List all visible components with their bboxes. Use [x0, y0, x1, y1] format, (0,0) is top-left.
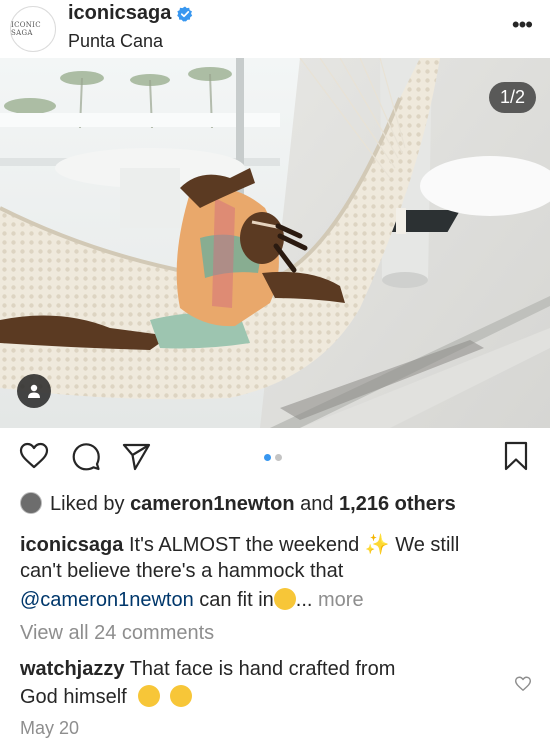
comment-icon[interactable] — [70, 440, 102, 472]
username-text[interactable]: iconicsaga — [68, 2, 171, 25]
comment-line-1: watchjazzy That face is hand crafted fro… — [20, 658, 395, 681]
heart-eyes-emoji — [169, 685, 192, 707]
post-date: May 20 — [20, 718, 80, 738]
caption-line-3: @cameron1newton can fit in... more — [20, 588, 364, 612]
heart-icon[interactable] — [18, 440, 50, 472]
likes-line: Liked by cameron1newton and 1,216 others — [20, 492, 456, 516]
caption-line-1: iconicsaga It's ALMOST the weekend ✨ We … — [20, 532, 459, 557]
caption-more-link[interactable]: more — [318, 589, 364, 611]
caption-line-2: can't believe there's a hammock that — [20, 560, 344, 582]
liker-username[interactable]: cameron1newton — [130, 493, 294, 515]
comment-text-2: God himself — [20, 686, 127, 708]
liker-avatar[interactable] — [20, 492, 42, 514]
post-image[interactable]: 1/2 — [0, 58, 550, 428]
send-icon[interactable] — [120, 440, 152, 472]
rolling-eyes-emoji — [273, 588, 296, 610]
carousel-dot-active — [264, 454, 271, 461]
likes-joiner: and — [300, 493, 334, 515]
carousel-indicator — [264, 454, 282, 461]
post-location[interactable]: Punta Cana — [68, 31, 163, 52]
profile-avatar[interactable]: ICONIC SAGA — [10, 6, 56, 52]
comment-line-2: God himself — [20, 685, 192, 709]
action-bar — [0, 438, 550, 478]
caption-ellipsis: ... — [295, 589, 313, 611]
person-icon — [28, 384, 40, 398]
bookmark-icon[interactable] — [502, 440, 530, 472]
avatar-logo-text: ICONIC SAGA — [11, 21, 41, 37]
caption-text-3: can fit in — [199, 589, 274, 611]
caption-text-1: It's ALMOST the weekend ✨ We still — [128, 534, 460, 556]
likes-prefix: Liked by — [50, 493, 125, 515]
weary-face-emoji — [138, 685, 161, 707]
image-counter-badge: 1/2 — [488, 82, 536, 113]
caption-username[interactable]: iconicsaga — [20, 534, 123, 556]
comment-text-1: That face is hand crafted from — [129, 658, 396, 680]
post-username[interactable]: iconicsaga — [68, 2, 193, 25]
post-header: ICONIC SAGA iconicsaga Punta Cana ••• — [0, 0, 550, 58]
more-options-icon[interactable]: ••• — [512, 14, 533, 36]
comment-username[interactable]: watchjazzy — [20, 658, 124, 680]
likes-others-link[interactable]: 1,216 others — [339, 493, 456, 515]
caption-mention[interactable]: @cameron1newton — [20, 589, 194, 611]
user-tag-icon[interactable] — [17, 374, 51, 408]
comment-like-heart-icon[interactable] — [514, 675, 532, 693]
hammock-photo — [0, 58, 550, 428]
carousel-dot — [275, 454, 282, 461]
view-all-comments-link[interactable]: View all 24 comments — [20, 622, 214, 645]
verified-badge-icon — [177, 6, 193, 21]
